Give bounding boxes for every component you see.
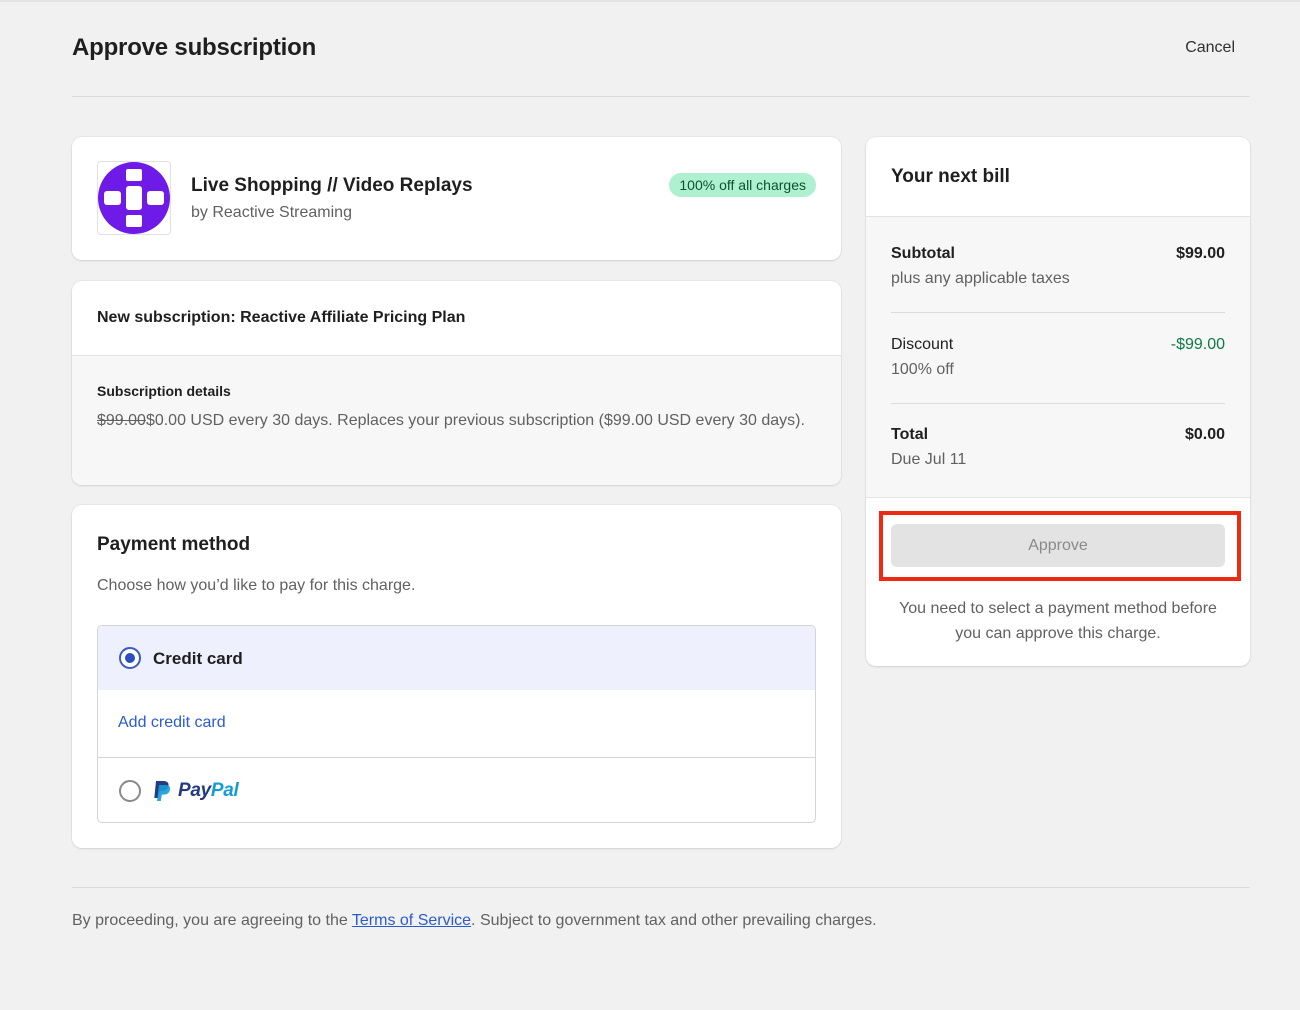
total-amount: $0.00	[1184, 426, 1225, 443]
bill-divider	[891, 403, 1225, 404]
paypal-logo-text: PayPal	[178, 780, 239, 802]
terms-of-service-link[interactable]: Terms of Service	[352, 912, 471, 929]
subscription-details-section: Subscription details $99.00$0.00 USD eve…	[72, 355, 841, 485]
total-label: Total	[891, 426, 929, 443]
paypal-icon	[154, 781, 171, 801]
footer-suffix: . Subject to government tax and other pr…	[471, 912, 877, 929]
options-divider	[98, 757, 815, 758]
app-vendor: by Reactive Streaming	[191, 204, 352, 221]
paypal-option[interactable]: PayPal	[152, 778, 239, 804]
approve-button[interactable]: Approve	[891, 524, 1225, 567]
approve-helper-text: You need to select a payment method befo…	[899, 600, 1217, 642]
add-credit-card-link[interactable]: Add credit card	[118, 714, 226, 732]
discount-badge: 100% off all charges	[669, 173, 816, 197]
top-border	[0, 0, 1300, 2]
credit-card-option[interactable]: Credit card	[98, 626, 815, 690]
discount-amount: -$99.00	[1170, 336, 1225, 353]
old-price: $99.00	[97, 412, 146, 429]
paypal-text-pal: Pal	[210, 780, 239, 801]
total-due-date: Due Jul 11	[891, 451, 967, 468]
paypal-radio[interactable]	[119, 780, 141, 802]
subtotal-row: Subtotal plus any applicable taxes $99.0…	[891, 245, 1225, 335]
payment-method-title: Payment method	[97, 534, 251, 555]
app-logo	[97, 161, 171, 235]
payment-options: Credit card Add credit card PayPal	[97, 625, 816, 823]
footer-prefix: By proceeding, you are agreeing to the	[72, 912, 352, 929]
payment-method-subtitle: Choose how you’d like to pay for this ch…	[97, 577, 416, 594]
payment-method-card: Payment method Choose how you’d like to …	[72, 505, 841, 848]
next-bill-card: Your next bill Subtotal plus any applica…	[866, 137, 1250, 666]
subscription-heading: New subscription: Reactive Affiliate Pri…	[97, 309, 466, 326]
footer-legal-text: By proceeding, you are agreeing to the T…	[72, 912, 877, 930]
total-row: Total Due Jul 11 $0.00	[891, 426, 1225, 516]
footer-divider	[72, 887, 1250, 888]
subtotal-amount: $99.00	[1176, 245, 1225, 262]
subscription-details-text: $99.00$0.00 USD every 30 days. Replaces …	[97, 408, 822, 433]
discount-label: Discount	[891, 336, 954, 353]
subtotal-note: plus any applicable taxes	[891, 270, 1070, 287]
subscription-details-label: Subscription details	[97, 383, 231, 399]
paypal-text-pay: Pay	[178, 780, 211, 801]
page-title: Approve subscription	[72, 34, 317, 61]
discount-row: Discount 100% off -$99.00	[891, 336, 1225, 426]
cancel-button[interactable]: Cancel	[1185, 39, 1235, 57]
app-logo-icon	[98, 162, 170, 234]
header-divider	[72, 96, 1250, 97]
app-name: Live Shopping // Video Replays	[191, 175, 473, 196]
discount-note: 100% off	[891, 361, 954, 378]
next-bill-title: Your next bill	[891, 166, 1010, 187]
subscription-card: New subscription: Reactive Affiliate Pri…	[72, 281, 841, 485]
app-card: Live Shopping // Video Replays by Reacti…	[72, 137, 841, 260]
new-price-description: $0.00 USD every 30 days. Replaces your p…	[145, 412, 805, 429]
subtotal-label: Subtotal	[891, 245, 955, 262]
credit-card-radio[interactable]	[119, 647, 141, 669]
bill-breakdown: Subtotal plus any applicable taxes $99.0…	[866, 216, 1250, 498]
bill-divider	[891, 312, 1225, 313]
credit-card-label: Credit card	[153, 649, 243, 668]
